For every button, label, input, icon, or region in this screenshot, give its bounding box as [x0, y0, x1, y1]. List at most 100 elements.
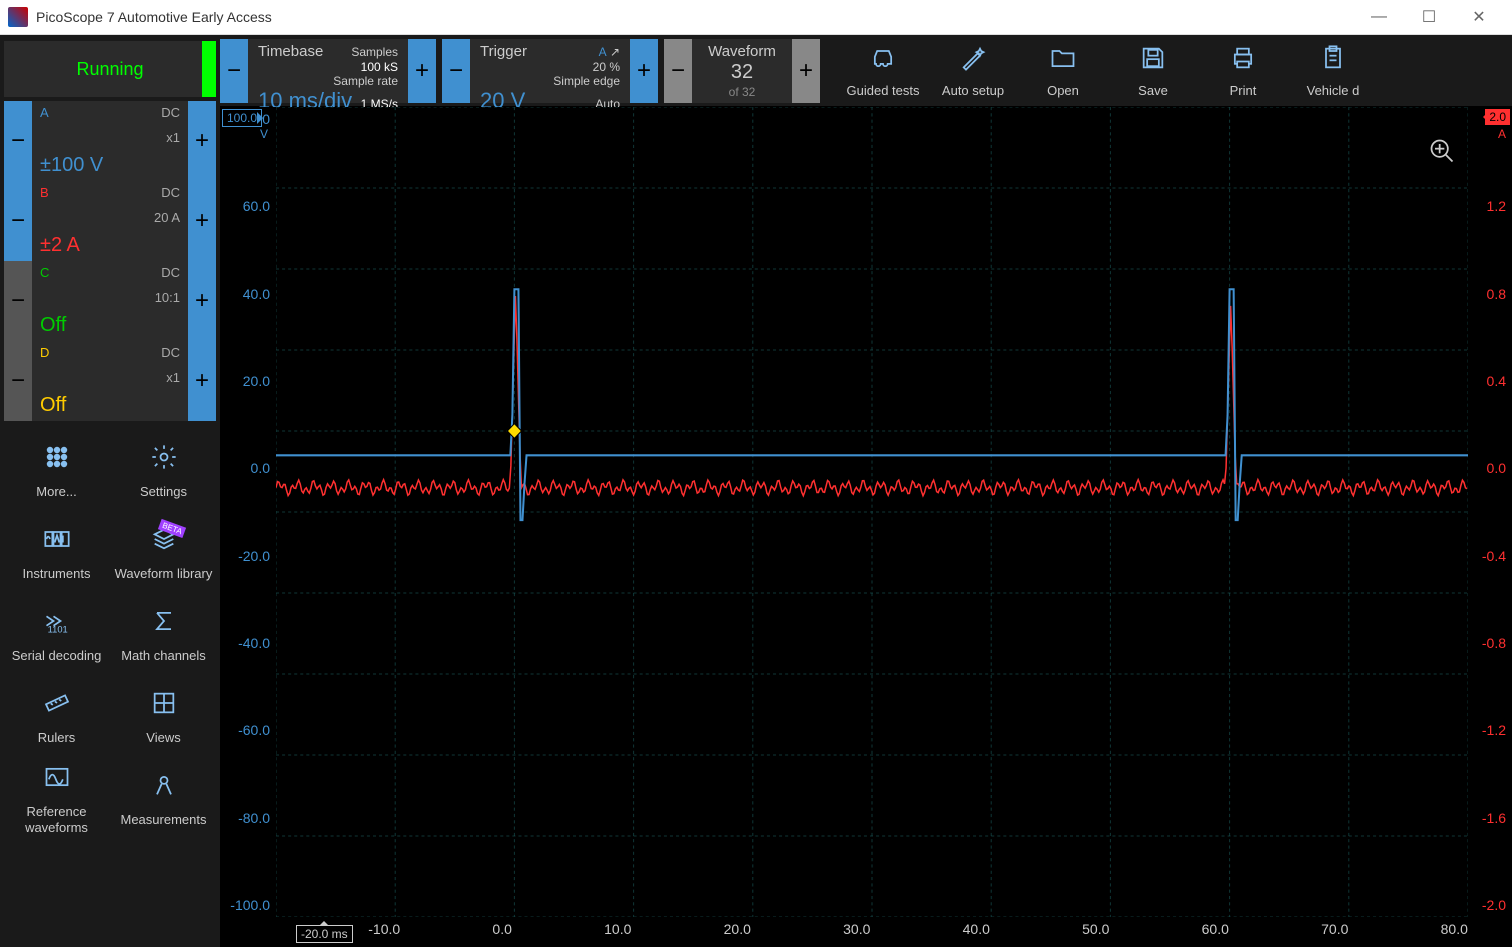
y-right-tick: 0.4 [1474, 373, 1506, 389]
topbar: − Timebase Samples 100 kS Sample rate [220, 35, 1512, 107]
y-right-tick: -2.0 [1474, 897, 1506, 913]
y-left-tick: -60.0 [226, 722, 270, 738]
titlebar: PicoScope 7 Automotive Early Access — ☐ … [0, 0, 1512, 35]
channel-A-minus-button[interactable]: − [4, 101, 32, 181]
tool-library[interactable]: Waveform library [111, 513, 216, 593]
channel-D-minus-button[interactable]: − [4, 341, 32, 421]
channel-B-plus-button[interactable]: + [188, 181, 216, 261]
x-tick: 80.0 [1441, 921, 1468, 943]
channel-D-control: − DDC x1 Off + [4, 341, 216, 421]
chart-area[interactable]: 100.0 V 80.060.040.020.00.0-20.0-40.0-60… [220, 107, 1512, 947]
channel-C-control: − CDC 10:1 Off + [4, 261, 216, 341]
topbar-actions: Guided tests Auto setup Open Save Print … [838, 44, 1512, 98]
waveform-value[interactable]: 32 [731, 61, 753, 84]
sigma-icon [150, 607, 178, 642]
waveform-next-button[interactable]: + [792, 39, 820, 103]
y-right-tick: 0.0 [1474, 460, 1506, 476]
y-left-tick: 60.0 [226, 198, 270, 214]
x-tick: 70.0 [1321, 921, 1348, 943]
waveform-sub: of 32 [729, 85, 756, 99]
y-left-tag[interactable]: 100.0 [222, 109, 262, 127]
tool-refwave[interactable]: Reference waveforms [4, 759, 109, 839]
running-button[interactable]: Running [4, 41, 216, 97]
x-tick: 50.0 [1082, 921, 1109, 943]
channel-A-plus-button[interactable]: + [188, 101, 216, 181]
action-wand[interactable]: Auto setup [928, 44, 1018, 98]
action-clipboard[interactable]: Vehicle d [1288, 44, 1378, 98]
ruler-icon [43, 689, 71, 724]
plot[interactable] [276, 107, 1468, 917]
tool-instruments[interactable]: Instruments [4, 513, 109, 593]
y-left-tick: -100.0 [226, 897, 270, 913]
action-car[interactable]: Guided tests [838, 44, 928, 98]
wand-icon [959, 44, 987, 79]
action-save[interactable]: Save [1108, 44, 1198, 98]
channel-A-control: − ADC x1 ±100 V + [4, 101, 216, 181]
y-left-tick: 0.0 [226, 460, 270, 476]
grid-icon [150, 689, 178, 724]
y-left-tick: -40.0 [226, 635, 270, 651]
y-axis-right: 2.0 A 1.61.20.80.40.0-0.4-0.8-1.2-1.6-2.… [1468, 107, 1512, 917]
channel-C-minus-button[interactable]: − [4, 261, 32, 341]
maximize-button[interactable]: ☐ [1404, 2, 1454, 32]
x-tick: 10.0 [604, 921, 631, 943]
action-print[interactable]: Print [1198, 44, 1288, 98]
folder-icon [1049, 44, 1077, 79]
library-icon [150, 525, 178, 560]
tool-grid[interactable]: Views [111, 677, 216, 757]
refwave-icon [43, 763, 71, 798]
dots-icon [43, 443, 71, 478]
y-right-tick: -1.6 [1474, 810, 1506, 826]
tool-measure[interactable]: Measurements [111, 759, 216, 839]
sidebar-tools: More... Settings Instruments Waveform li… [4, 431, 216, 839]
channel-B-body[interactable]: BDC 20 A ±2 A [32, 181, 188, 261]
channel-C-body[interactable]: CDC 10:1 Off [32, 261, 188, 341]
app-logo-icon [8, 7, 28, 27]
y-axis-left: 100.0 V 80.060.040.020.00.0-20.0-40.0-60… [220, 107, 276, 917]
close-button[interactable]: ✕ [1454, 2, 1504, 32]
tool-sigma[interactable]: Math channels [111, 595, 216, 675]
y-right-tick: -1.2 [1474, 722, 1506, 738]
tool-ruler[interactable]: Rulers [4, 677, 109, 757]
main-area: − Timebase Samples 100 kS Sample rate [220, 35, 1512, 947]
channel-D-body[interactable]: DDC x1 Off [32, 341, 188, 421]
minimize-button[interactable]: — [1354, 2, 1404, 32]
window-title: PicoScope 7 Automotive Early Access [36, 9, 1354, 25]
x-axis-tag[interactable]: -20.0 ms [296, 925, 353, 943]
y-right-tick: -0.8 [1474, 635, 1506, 651]
y-left-tick: -80.0 [226, 810, 270, 826]
window-controls: — ☐ ✕ [1354, 2, 1504, 32]
trigger-plus-button[interactable]: + [630, 39, 658, 103]
instruments-icon [43, 525, 71, 560]
tool-gear[interactable]: Settings [111, 431, 216, 511]
zoom-in-icon[interactable] [1428, 137, 1456, 172]
y-right-tick: -0.4 [1474, 548, 1506, 564]
save-icon [1139, 44, 1167, 79]
svg-text:1101: 1101 [47, 624, 67, 634]
x-tick: 0.0 [492, 921, 511, 943]
y-right-tag[interactable]: 2.0 [1485, 109, 1510, 125]
tool-serial[interactable]: 1101 Serial decoding [4, 595, 109, 675]
clipboard-icon [1319, 44, 1347, 79]
y-left-tick: 20.0 [226, 373, 270, 389]
sidebar: Running − ADC x1 ±100 V + − BDC 20 A ±2 … [0, 35, 220, 947]
action-folder[interactable]: Open [1018, 44, 1108, 98]
print-icon [1229, 44, 1257, 79]
trigger-control: − Trigger A ↗ 20 % Simple edge 20 V Auto… [442, 39, 658, 103]
channel-C-plus-button[interactable]: + [188, 261, 216, 341]
channel-A-body[interactable]: ADC x1 ±100 V [32, 101, 188, 181]
x-tick: 60.0 [1202, 921, 1229, 943]
channel-B-minus-button[interactable]: − [4, 181, 32, 261]
waveform-prev-button[interactable]: − [664, 39, 692, 103]
y-left-tick: -20.0 [226, 548, 270, 564]
trigger-minus-button[interactable]: − [442, 39, 470, 103]
x-axis: -20.0 ms -10.00.010.020.030.040.050.060.… [276, 917, 1468, 947]
channel-D-plus-button[interactable]: + [188, 341, 216, 421]
timebase-minus-button[interactable]: − [220, 39, 248, 103]
waveform-control: − Waveform 32 of 32 + [664, 39, 820, 103]
timebase-plus-button[interactable]: + [408, 39, 436, 103]
y-left-tick: 40.0 [226, 286, 270, 302]
tool-dots[interactable]: More... [4, 431, 109, 511]
car-icon [869, 44, 897, 79]
x-tick: -10.0 [368, 921, 400, 943]
